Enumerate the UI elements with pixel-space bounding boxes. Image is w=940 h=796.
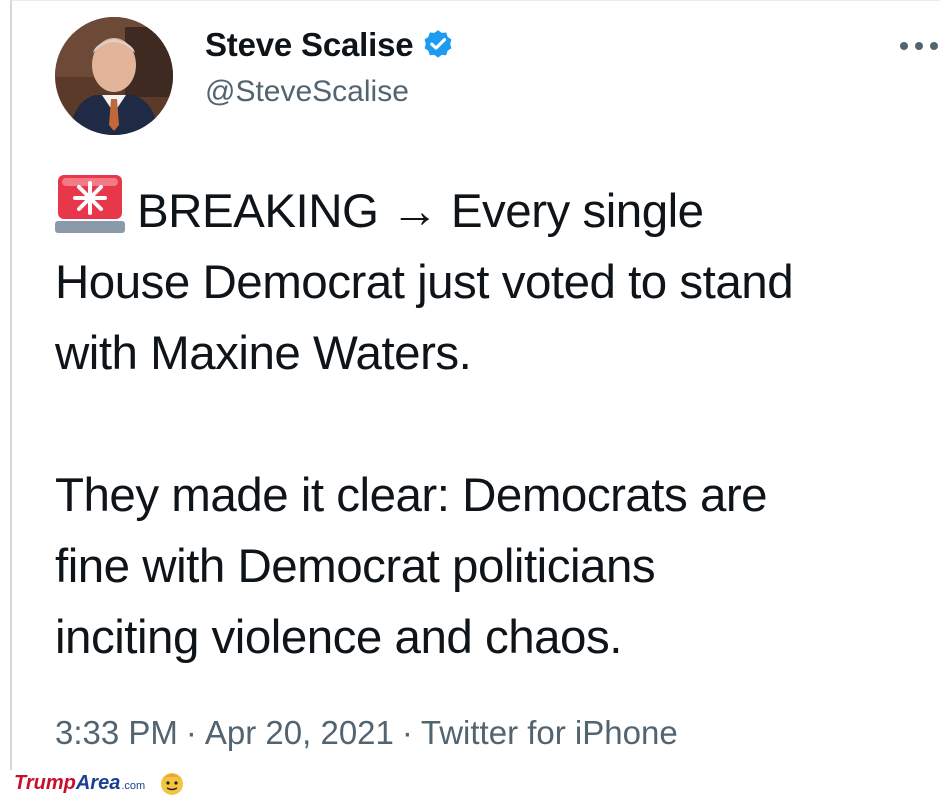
avatar[interactable] xyxy=(55,17,173,135)
watermark-brand-part1: Trump xyxy=(14,771,76,794)
tweet-line: They made it clear: Democrats are xyxy=(55,469,768,522)
site-watermark: Trump Area .com xyxy=(14,770,185,796)
tweet-line: BREAKING → Every single xyxy=(55,173,940,247)
tweet-metadata: 3:33 PM · Apr 20, 2021 · Twitter for iPhone xyxy=(55,714,678,752)
more-dot xyxy=(930,42,938,50)
more-dot xyxy=(915,42,923,50)
author-name-row: Steve Scalise xyxy=(205,23,455,67)
tweet-source[interactable]: Twitter for iPhone xyxy=(421,714,678,751)
tweet-line: with Maxine Waters. xyxy=(55,327,472,380)
more-options-icon[interactable] xyxy=(900,31,938,61)
separator: · xyxy=(401,714,413,751)
avatar-photo xyxy=(55,17,173,135)
author-handle[interactable]: @SteveScalise xyxy=(205,75,409,109)
more-dot xyxy=(900,42,908,50)
tweet-text: BREAKING → Every single House Democrat j… xyxy=(55,173,940,673)
tweet-date[interactable]: Apr 20, 2021 xyxy=(205,714,394,751)
watermark-mascot-icon xyxy=(161,773,184,795)
siren-icon xyxy=(55,175,125,233)
tweet-line: fine with Democrat politicians xyxy=(55,540,656,593)
separator: · xyxy=(185,714,197,751)
watermark-suffix: .com xyxy=(121,780,146,792)
tweet-line: House Democrat just voted to stand xyxy=(55,256,794,309)
tweet-line: inciting violence and chaos. xyxy=(55,611,622,664)
watermark-brand-part2: Area xyxy=(75,771,121,794)
tweet-card: Steve Scalise @SteveScalise BREAKING → E… xyxy=(10,0,940,770)
verified-badge-icon xyxy=(424,30,452,58)
tweet-line-text: BREAKING → Every single xyxy=(137,185,704,238)
tweet-time[interactable]: 3:33 PM xyxy=(55,714,178,751)
display-name[interactable]: Steve Scalise xyxy=(205,26,414,64)
